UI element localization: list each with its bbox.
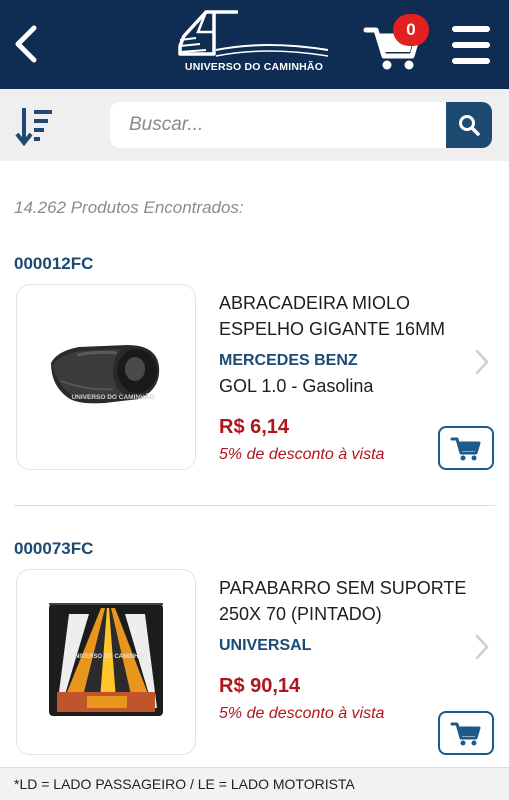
product-name[interactable]: ABRACADEIRA MIOLO ESPELHO GIGANTE 16MM xyxy=(219,290,479,342)
shopping-cart-icon xyxy=(450,722,481,746)
chevron-right-icon xyxy=(475,634,489,660)
product-card[interactable]: 000073FC UNIVERSO DO CAMINHÃO PARABARRO … xyxy=(0,539,509,800)
sort-button[interactable] xyxy=(14,106,56,148)
clamp-product-image: UNIVERSO DO CAMINHÃO xyxy=(51,345,160,404)
product-price: R$ 90,14 xyxy=(219,675,301,697)
add-to-cart-button[interactable] xyxy=(438,426,494,470)
product-details-chevron[interactable] xyxy=(472,633,492,661)
menu-line xyxy=(452,58,490,64)
product-image[interactable]: UNIVERSO DO CAMINHÃO xyxy=(16,569,196,755)
search-icon xyxy=(459,115,480,136)
menu-line xyxy=(452,42,490,48)
sort-descending-icon xyxy=(15,108,52,147)
back-button[interactable] xyxy=(6,22,46,66)
logo-text: UNIVERSO DO CAMINHÃO xyxy=(184,61,324,73)
product-name-line: 250X 70 (PINTADO) xyxy=(219,604,382,624)
mudflap-product-image: UNIVERSO DO CAMINHÃO xyxy=(49,603,163,716)
add-to-cart-button[interactable] xyxy=(438,711,494,755)
product-name-line: ESPELHO GIGANTE 16MM xyxy=(219,319,446,339)
product-discount: 5% de desconto à vista xyxy=(219,446,385,463)
product-name-line: PARABARRO SEM SUPORTE xyxy=(219,578,467,598)
menu-line xyxy=(452,26,490,32)
side-legend-note: *LD = LADO PASSAGEIRO / LE = LADO MOTORI… xyxy=(0,767,509,800)
shopping-cart-icon xyxy=(450,437,481,461)
search-button[interactable] xyxy=(446,102,492,148)
image-watermark: UNIVERSO DO CAMINHÃO xyxy=(71,392,154,401)
app-header: UNIVERSO DO CAMINHÃO 0 xyxy=(0,0,509,89)
search-box xyxy=(110,102,492,148)
product-price: R$ 6,14 xyxy=(219,416,290,438)
cart-count-badge: 0 xyxy=(393,14,429,46)
product-model: GOL 1.0 - Gasolina xyxy=(219,376,374,396)
results-count: 14.262 Produtos Encontrados: xyxy=(14,198,244,217)
product-card[interactable]: 000012FC UNIVERSO DO CAMINHÃO ABRACADEIR… xyxy=(0,254,509,534)
product-code: 000073FC xyxy=(14,539,94,558)
product-brand: UNIVERSAL xyxy=(219,637,312,654)
product-name-line: ABRACADEIRA MIOLO xyxy=(219,293,411,313)
product-code: 000012FC xyxy=(14,254,94,273)
hamburger-menu-button[interactable] xyxy=(452,26,496,64)
product-discount: 5% de desconto à vista xyxy=(219,705,385,722)
product-name[interactable]: PARABARRO SEM SUPORTE 250X 70 (PINTADO) xyxy=(219,575,479,627)
product-details-chevron[interactable] xyxy=(472,348,492,376)
chevron-left-icon xyxy=(15,25,37,63)
product-image[interactable]: UNIVERSO DO CAMINHÃO xyxy=(16,284,196,470)
image-watermark: UNIVERSO DO CAMINHÃO xyxy=(71,653,148,660)
chevron-right-icon xyxy=(475,349,489,375)
product-divider xyxy=(14,505,495,506)
search-input[interactable] xyxy=(120,102,440,148)
brand-logo[interactable]: UNIVERSO DO CAMINHÃO xyxy=(176,10,332,80)
product-brand: MERCEDES BENZ xyxy=(219,352,358,369)
truck-logo-icon xyxy=(178,10,329,57)
